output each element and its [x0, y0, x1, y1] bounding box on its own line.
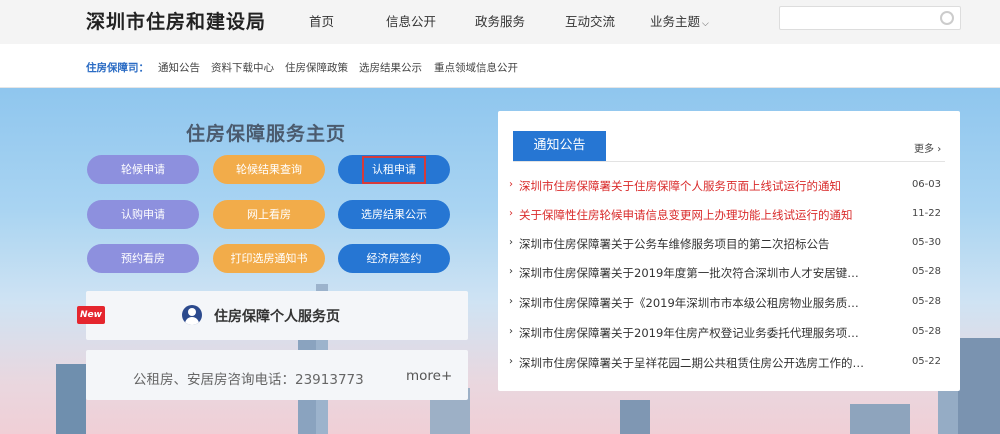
notice-title: 深圳市住房保障署关于2019年度第一批次符合深圳市人才安居键…	[519, 266, 859, 280]
chevron-right-icon: ›	[937, 144, 942, 155]
user-icon	[182, 305, 202, 325]
notice-date: 05-28	[911, 296, 941, 307]
arrow-right-icon: ›	[509, 356, 513, 367]
selection-results-button[interactable]: 选房结果公示	[338, 200, 450, 229]
new-badge: New	[77, 306, 105, 324]
nav-home[interactable]: 首页	[309, 11, 334, 30]
waitlist-result-button[interactable]: 轮候结果查询	[213, 155, 325, 184]
economic-housing-sign-button[interactable]: 经济房签约	[338, 244, 450, 273]
hotline-more-link[interactable]: more+	[406, 368, 452, 384]
tab-notices[interactable]: 通知公告	[513, 131, 606, 161]
notice-title: 深圳市住房保障署关于《2019年深圳市市本级公租房物业服务质…	[519, 296, 859, 310]
search-icon[interactable]	[940, 11, 954, 25]
search-input[interactable]	[786, 9, 934, 27]
notice-date: 05-30	[911, 237, 941, 248]
purchase-apply-button[interactable]: 认购申请	[87, 200, 199, 229]
notice-title: 深圳市住房保障署关于公务车维修服务项目的第二次招标公告	[519, 237, 830, 251]
notice-date: 11-22	[911, 208, 941, 219]
rent-apply-label: 认租申请	[362, 156, 426, 184]
sub-nav-title: 住房保障司：	[86, 62, 149, 74]
notice-title: 深圳市住房保障署关于呈祥花园二期公共租赁住房公开选房工作的…	[519, 356, 864, 370]
notice-title: 深圳市住房保障署关于住房保障个人服务页面上线试运行的通知	[519, 179, 841, 193]
search-box	[779, 6, 961, 30]
site-title[interactable]: 深圳市住房和建设局	[86, 7, 266, 34]
notice-item[interactable]: › 关于保障性住房轮候申请信息变更网上办理功能上线试运行的通知 11-22	[509, 207, 945, 225]
personal-service-label[interactable]: 住房保障个人服务页	[214, 306, 340, 326]
notice-date: 05-28	[911, 266, 941, 277]
nav-business-topics[interactable]: 业务主题 ⌵	[650, 11, 709, 30]
notice-item[interactable]: › 深圳市住房保障署关于2019年住房产权登记业务委托代理服务项… 05-28	[509, 325, 945, 343]
notice-date: 05-28	[911, 326, 941, 337]
notices-more-link[interactable]: 更多 ›	[914, 140, 941, 155]
divider	[513, 161, 945, 162]
skyline-building	[958, 338, 1000, 434]
notice-item[interactable]: › 深圳市住房保障署关于呈祥花园二期公共租赁住房公开选房工作的… 05-22	[509, 355, 945, 373]
arrow-right-icon: ›	[509, 296, 513, 307]
sub-nav-notices[interactable]: 通知公告	[158, 60, 200, 75]
notice-item[interactable]: › 深圳市住房保障署关于《2019年深圳市市本级公租房物业服务质… 05-28	[509, 295, 945, 313]
notice-item[interactable]: › 深圳市住房保障署关于公务车维修服务项目的第二次招标公告 05-30	[509, 236, 945, 254]
top-header: 深圳市住房和建设局 首页 信息公开 政务服务 互动交流 业务主题 ⌵	[0, 0, 1000, 44]
nav-business-topics-label: 业务主题	[650, 14, 701, 29]
sub-nav-policies[interactable]: 住房保障政策	[285, 60, 348, 75]
rent-apply-button[interactable]: 认租申请	[338, 155, 450, 184]
online-viewing-button[interactable]: 网上看房	[213, 200, 325, 229]
book-viewing-button[interactable]: 预约看房	[87, 244, 199, 273]
skyline-building	[620, 400, 650, 434]
notice-title: 关于保障性住房轮候申请信息变更网上办理功能上线试运行的通知	[519, 208, 853, 222]
notices-more-label: 更多	[914, 144, 934, 155]
sub-nav-bar: 住房保障司： 通知公告 资料下载中心 住房保障政策 选房结果公示 重点领域信息公…	[0, 44, 1000, 88]
notice-item[interactable]: › 深圳市住房保障署关于住房保障个人服务页面上线试运行的通知 06-03	[509, 178, 945, 196]
notice-title: 深圳市住房保障署关于2019年住房产权登记业务委托代理服务项…	[519, 326, 859, 340]
nav-gov-services[interactable]: 政务服务	[475, 11, 525, 30]
chevron-down-icon: ⌵	[702, 19, 709, 29]
notice-date: 06-03	[911, 179, 941, 190]
notice-item[interactable]: › 深圳市住房保障署关于2019年度第一批次符合深圳市人才安居键… 05-28	[509, 265, 945, 283]
print-notice-button[interactable]: 打印选房通知书	[213, 244, 325, 273]
waitlist-apply-button[interactable]: 轮候申请	[87, 155, 199, 184]
arrow-right-icon: ›	[509, 237, 513, 248]
notice-date: 05-22	[911, 356, 941, 367]
hotline-text: 公租房、安居房咨询电话：23913773	[133, 372, 364, 388]
nav-interaction[interactable]: 互动交流	[565, 11, 615, 30]
nav-info-disclosure[interactable]: 信息公开	[386, 11, 436, 30]
page-title: 住房保障服务主页	[186, 123, 347, 145]
arrow-right-icon: ›	[509, 179, 513, 190]
sub-nav-downloads[interactable]: 资料下载中心	[211, 60, 274, 75]
arrow-right-icon: ›	[509, 326, 513, 337]
sub-nav-key-info[interactable]: 重点领域信息公开	[434, 60, 518, 75]
skyline-building	[56, 364, 86, 434]
arrow-right-icon: ›	[509, 266, 513, 277]
sub-nav-results[interactable]: 选房结果公示	[359, 60, 422, 75]
arrow-right-icon: ›	[509, 208, 513, 219]
skyline-building	[850, 404, 910, 434]
